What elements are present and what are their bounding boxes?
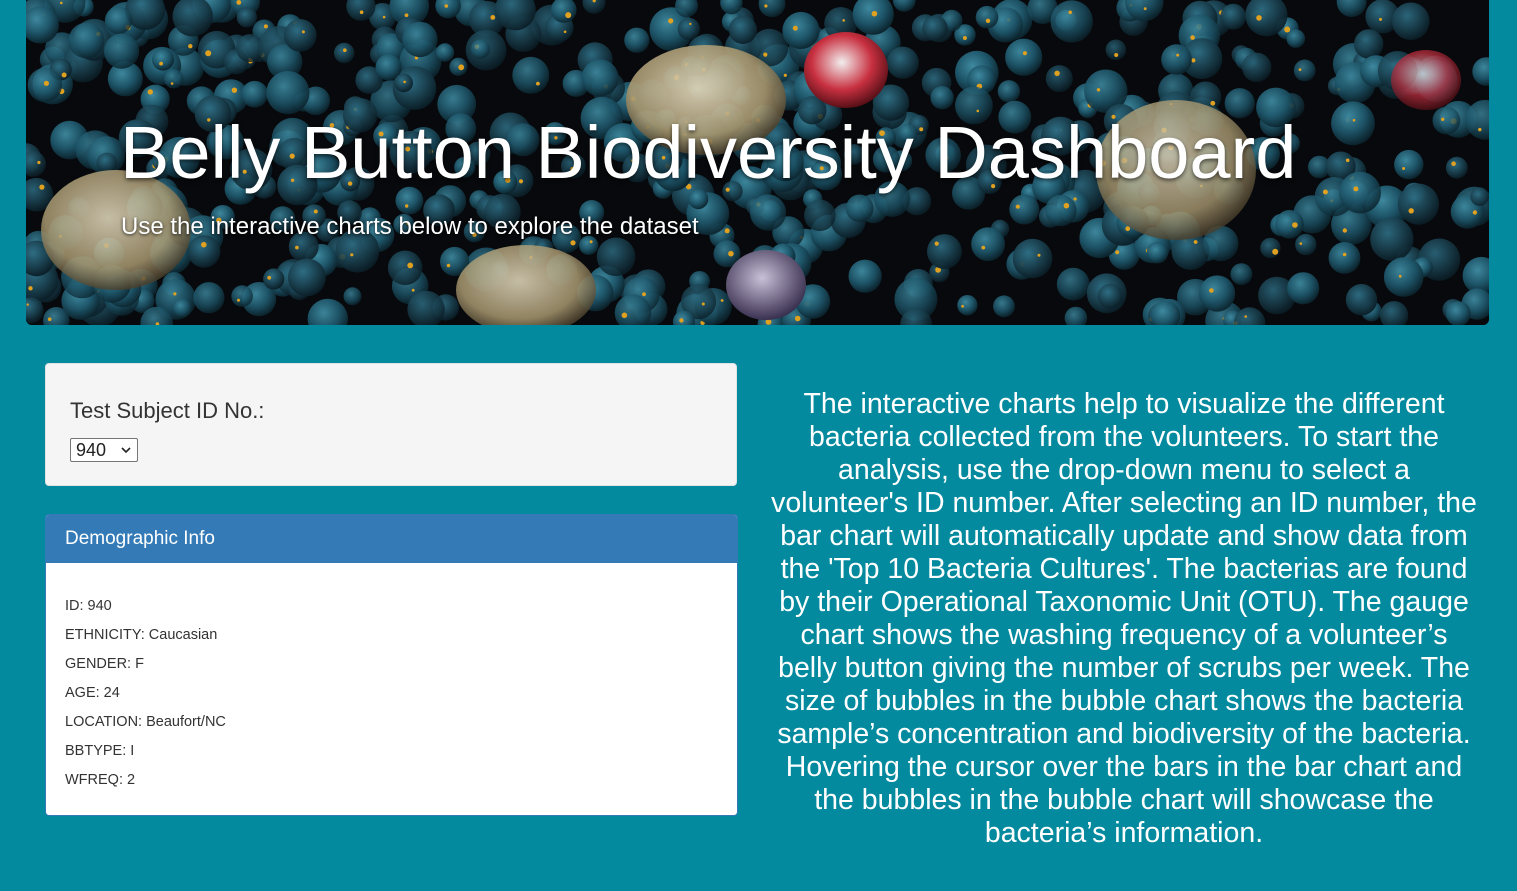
subject-selector-card: Test Subject ID No.: 940	[45, 363, 737, 486]
demographic-info-heading: Demographic Info	[46, 515, 737, 563]
subject-id-select-value: 940	[76, 440, 107, 460]
dashboard-description: The interactive charts help to visualize…	[771, 388, 1477, 849]
header-banner: Belly Button Biodiversity Dashboard Use …	[26, 0, 1489, 325]
subject-selector-label: Test Subject ID No.:	[70, 398, 265, 423]
demographic-info-panel: Demographic Info ID: 940 ETHNICITY: Cauc…	[45, 514, 738, 816]
info-id: ID: 940	[65, 598, 112, 614]
info-age: AGE: 24	[65, 685, 120, 701]
page-subtitle: Use the interactive charts below to expl…	[121, 213, 699, 240]
info-bbtype: BBTYPE: I	[65, 743, 135, 759]
demographic-info-body: ID: 940 ETHNICITY: Caucasian GENDER: F A…	[46, 563, 737, 795]
info-gender: GENDER: F	[65, 656, 144, 672]
info-wfreq: WFREQ: 2	[65, 772, 136, 788]
chevron-down-icon	[121, 447, 131, 454]
info-ethnicity: ETHNICITY: Caucasian	[65, 627, 218, 643]
subject-id-select[interactable]: 940	[70, 438, 138, 462]
info-location: LOCATION: Beaufort/NC	[65, 714, 226, 730]
page-title: Belly Button Biodiversity Dashboard	[120, 111, 1297, 194]
